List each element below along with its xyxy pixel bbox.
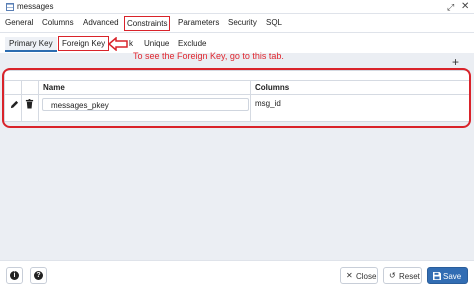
info-button[interactable]: i	[6, 267, 23, 284]
help-icon: ?	[34, 271, 43, 280]
constraint-grid-area: Name Columns messages_pkey msg_id	[0, 66, 474, 260]
help-button[interactable]: ?	[30, 267, 47, 284]
close-icon[interactable]: ✕	[461, 1, 469, 13]
tab-constraints[interactable]: Constraints	[124, 16, 171, 31]
annotation-text: To see the Foreign Key, go to this tab.	[133, 51, 284, 61]
dialog-footer: i ? ✕ Close ↺ Reset Save	[0, 260, 474, 290]
tab-general[interactable]: General	[5, 18, 33, 27]
tab-advanced[interactable]: Advanced	[83, 18, 119, 27]
subtab-primary-key[interactable]: Primary Key	[5, 37, 57, 52]
subtab-unique[interactable]: Unique	[144, 39, 169, 48]
close-label: Close	[356, 272, 377, 281]
reset-button[interactable]: ↺ Reset	[383, 267, 422, 284]
reset-label: Reset	[399, 272, 420, 281]
reset-icon: ↺	[389, 271, 396, 280]
window-titlebar: messages ⤢ ✕	[0, 0, 474, 14]
info-icon: i	[10, 271, 19, 280]
window-title: messages	[17, 2, 54, 11]
arrow-left-icon	[108, 37, 128, 51]
tab-security[interactable]: Security	[228, 18, 257, 27]
save-icon	[433, 272, 441, 280]
save-button[interactable]: Save	[427, 267, 468, 284]
subtab-check[interactable]: k	[129, 39, 133, 48]
main-tab-bar: General Columns Advanced Constraints Par…	[0, 14, 474, 33]
table-icon	[6, 3, 14, 11]
subtab-exclude[interactable]: Exclude	[178, 39, 206, 48]
tab-parameters[interactable]: Parameters	[178, 18, 219, 27]
subtab-foreign-key[interactable]: Foreign Key	[58, 36, 110, 51]
tab-columns[interactable]: Columns	[42, 18, 74, 27]
expand-icon[interactable]: ⤢	[447, 1, 454, 13]
close-button[interactable]: ✕ Close	[340, 267, 378, 284]
highlight-box	[2, 68, 471, 128]
constraint-tab-bar: Primary Key Foreign Key k Unique Exclude	[0, 33, 474, 53]
save-label: Save	[443, 272, 462, 281]
close-icon: ✕	[346, 271, 353, 280]
tab-sql[interactable]: SQL	[266, 18, 282, 27]
